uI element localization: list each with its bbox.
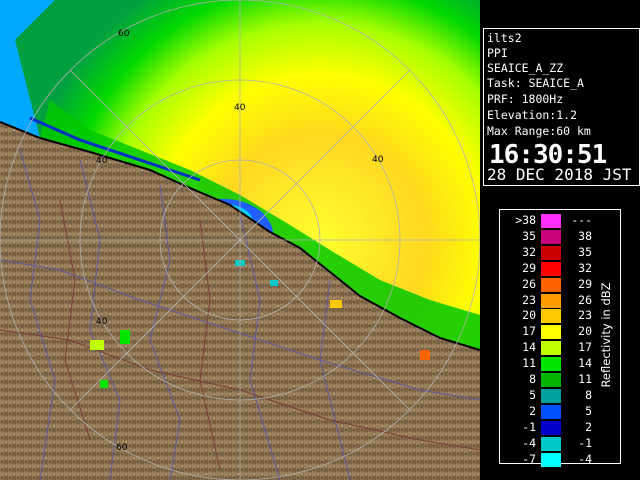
- legend-high-value: 14: [578, 356, 592, 371]
- legend-title-text: Reflectivity in dBZ: [599, 282, 613, 388]
- task-name: Task: SEAICE_A: [487, 76, 584, 90]
- legend-low-value: -4: [522, 435, 536, 450]
- product-name: SEAICE_A_ZZ: [487, 61, 564, 75]
- legend-high-value: 2: [585, 419, 592, 434]
- site-name: ilts2: [487, 31, 522, 45]
- legend-high-value: 38: [578, 228, 592, 243]
- legend-swatch: [541, 404, 561, 419]
- legend-row: 58: [500, 388, 620, 404]
- legend-low-value: 32: [522, 244, 536, 259]
- legend-low-value: -7: [522, 451, 536, 466]
- legend-swatch: [541, 420, 561, 435]
- legend-high-value: 17: [578, 340, 592, 355]
- legend-swatch: [541, 309, 561, 324]
- ring-label: 40: [96, 317, 108, 327]
- ring-label: 40: [96, 156, 108, 166]
- legend-row: -4 -1: [500, 436, 620, 452]
- legend-row: >38 ---: [500, 213, 620, 229]
- legend-swatch: [541, 229, 561, 244]
- radar-ppi-map: 60 40 40 40 40 60: [0, 0, 480, 480]
- legend-high-value: -1: [578, 435, 592, 450]
- legend-low-value: >38: [515, 213, 536, 227]
- legend-row: 29 32: [500, 261, 620, 277]
- max-range-value: Max Range:60 km: [487, 124, 591, 138]
- legend-low-value: 23: [522, 292, 536, 307]
- scan-date: 28 DEC 2018 JST: [487, 165, 632, 184]
- legend-low-value: 11: [522, 356, 536, 371]
- ring-label: 40: [234, 103, 246, 113]
- elevation-value: Elevation:1.2: [487, 108, 578, 122]
- legend-low-value: 35: [522, 228, 536, 243]
- legend-swatch: [541, 452, 561, 467]
- legend-row: -7 -4: [500, 452, 620, 468]
- legend-low-value: 2: [529, 403, 536, 418]
- legend-high-value: 32: [578, 260, 592, 275]
- legend-swatch: [541, 325, 561, 340]
- legend-low-value: 5: [529, 387, 536, 402]
- legend-row: 25: [500, 404, 620, 420]
- info-panel: ilts2 PPI SEAICE_A_ZZ Task: SEAICE_A PRF…: [480, 0, 640, 480]
- legend-high-value: 20: [578, 324, 592, 339]
- legend-high-value: 5: [585, 403, 592, 418]
- legend-high-value: 11: [578, 372, 592, 386]
- scan-type: PPI: [487, 46, 508, 60]
- legend-swatch: [541, 388, 561, 403]
- legend-swatch: [541, 341, 561, 356]
- legend-low-value: 20: [522, 308, 536, 323]
- range-rings: [0, 0, 480, 480]
- legend-low-value: -1: [522, 419, 536, 434]
- legend-swatch: [541, 373, 561, 387]
- legend-low-value: 17: [522, 324, 536, 339]
- legend-title: Reflectivity in dBZ: [599, 282, 613, 387]
- legend-low-value: 14: [522, 340, 536, 355]
- legend-row: 35 38: [500, 229, 620, 245]
- legend-low-value: 8: [529, 372, 536, 386]
- legend-low-value: 26: [522, 276, 536, 291]
- legend-high-value: 23: [578, 308, 592, 323]
- legend-high-value: ---: [571, 213, 592, 227]
- legend-high-value: -4: [578, 451, 592, 466]
- legend-high-value: 8: [585, 387, 592, 402]
- legend-high-value: 29: [578, 276, 592, 291]
- legend-swatch: [541, 214, 561, 228]
- ring-label: 60: [116, 443, 128, 453]
- legend-row: 32 35: [500, 245, 620, 261]
- legend-high-value: 35: [578, 244, 592, 259]
- legend-swatch: [541, 245, 561, 260]
- ring-label: 60: [118, 29, 130, 39]
- radar-info-box: ilts2 PPI SEAICE_A_ZZ Task: SEAICE_A PRF…: [483, 28, 640, 186]
- legend-high-value: 26: [578, 292, 592, 307]
- legend-swatch: [541, 293, 561, 308]
- legend-swatch: [541, 436, 561, 451]
- legend-row: -1 2: [500, 420, 620, 436]
- legend-swatch: [541, 277, 561, 292]
- ring-label: 40: [372, 155, 384, 165]
- legend-swatch: [541, 357, 561, 372]
- prf-value: PRF: 1800Hz: [487, 92, 564, 106]
- legend-swatch: [541, 261, 561, 276]
- legend-low-value: 29: [522, 260, 536, 275]
